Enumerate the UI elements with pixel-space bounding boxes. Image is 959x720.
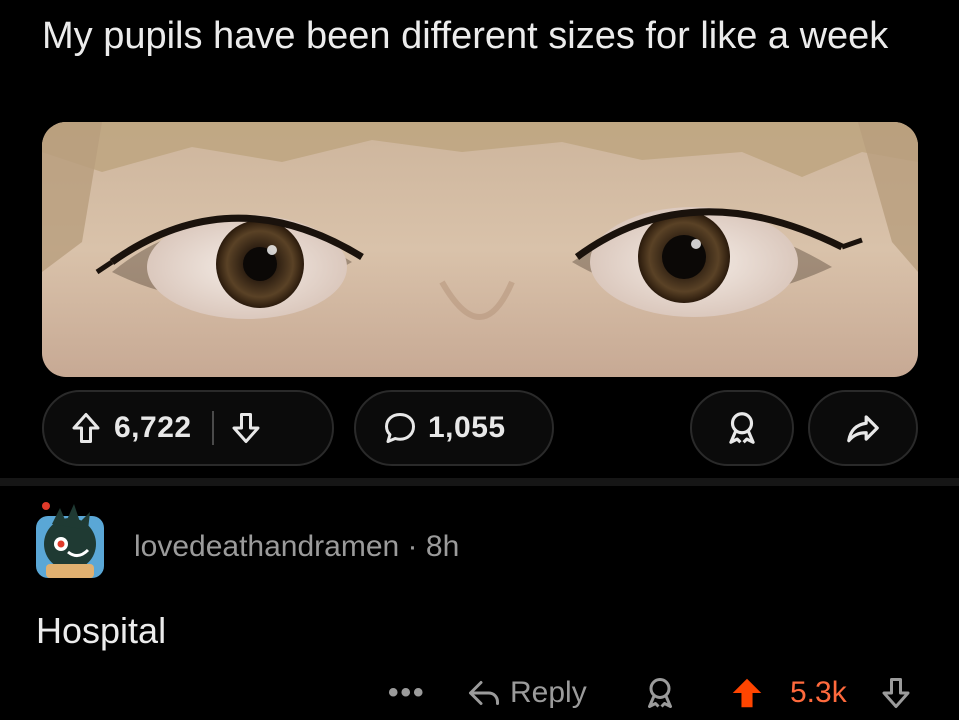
section-divider: [0, 478, 959, 486]
more-options-button[interactable]: •••: [388, 668, 426, 718]
meta-separator: ·: [407, 530, 418, 563]
upvote-icon[interactable]: [68, 410, 104, 446]
award-button[interactable]: [690, 390, 794, 466]
vote-pill: 6,722: [42, 390, 334, 466]
upvote-filled-icon: [728, 674, 766, 712]
comment-bubble-icon: [382, 410, 418, 446]
comment-count: 1,055: [428, 411, 506, 444]
comment-downvote-button[interactable]: [878, 668, 914, 718]
comment-age: 8h: [425, 530, 460, 563]
award-icon: [723, 409, 761, 447]
share-button[interactable]: [808, 390, 918, 466]
comment-meta: lovedeathandramen · 8h: [134, 530, 459, 564]
post-image[interactable]: [42, 122, 918, 377]
comment-text: Hospital: [36, 610, 167, 651]
vote-separator: [211, 411, 214, 445]
comments-button[interactable]: 1,055: [354, 390, 554, 466]
username-link[interactable]: lovedeathandramen: [134, 530, 399, 563]
reply-button[interactable]: Reply: [466, 668, 587, 718]
comment-upvote-button[interactable]: [728, 668, 766, 718]
reply-label: Reply: [510, 676, 587, 709]
downvote-icon[interactable]: [228, 410, 264, 446]
comment-award-button[interactable]: [642, 668, 678, 718]
upvote-count: 6,722: [114, 411, 192, 444]
downvote-icon: [878, 675, 914, 711]
post-title[interactable]: My pupils have been different sizes for …: [42, 14, 922, 58]
reply-arrow-icon: [466, 675, 502, 711]
share-arrow-icon: [844, 409, 882, 447]
award-icon: [642, 675, 678, 711]
comment-score: 5.3k: [790, 676, 847, 709]
user-avatar[interactable]: [34, 494, 106, 582]
